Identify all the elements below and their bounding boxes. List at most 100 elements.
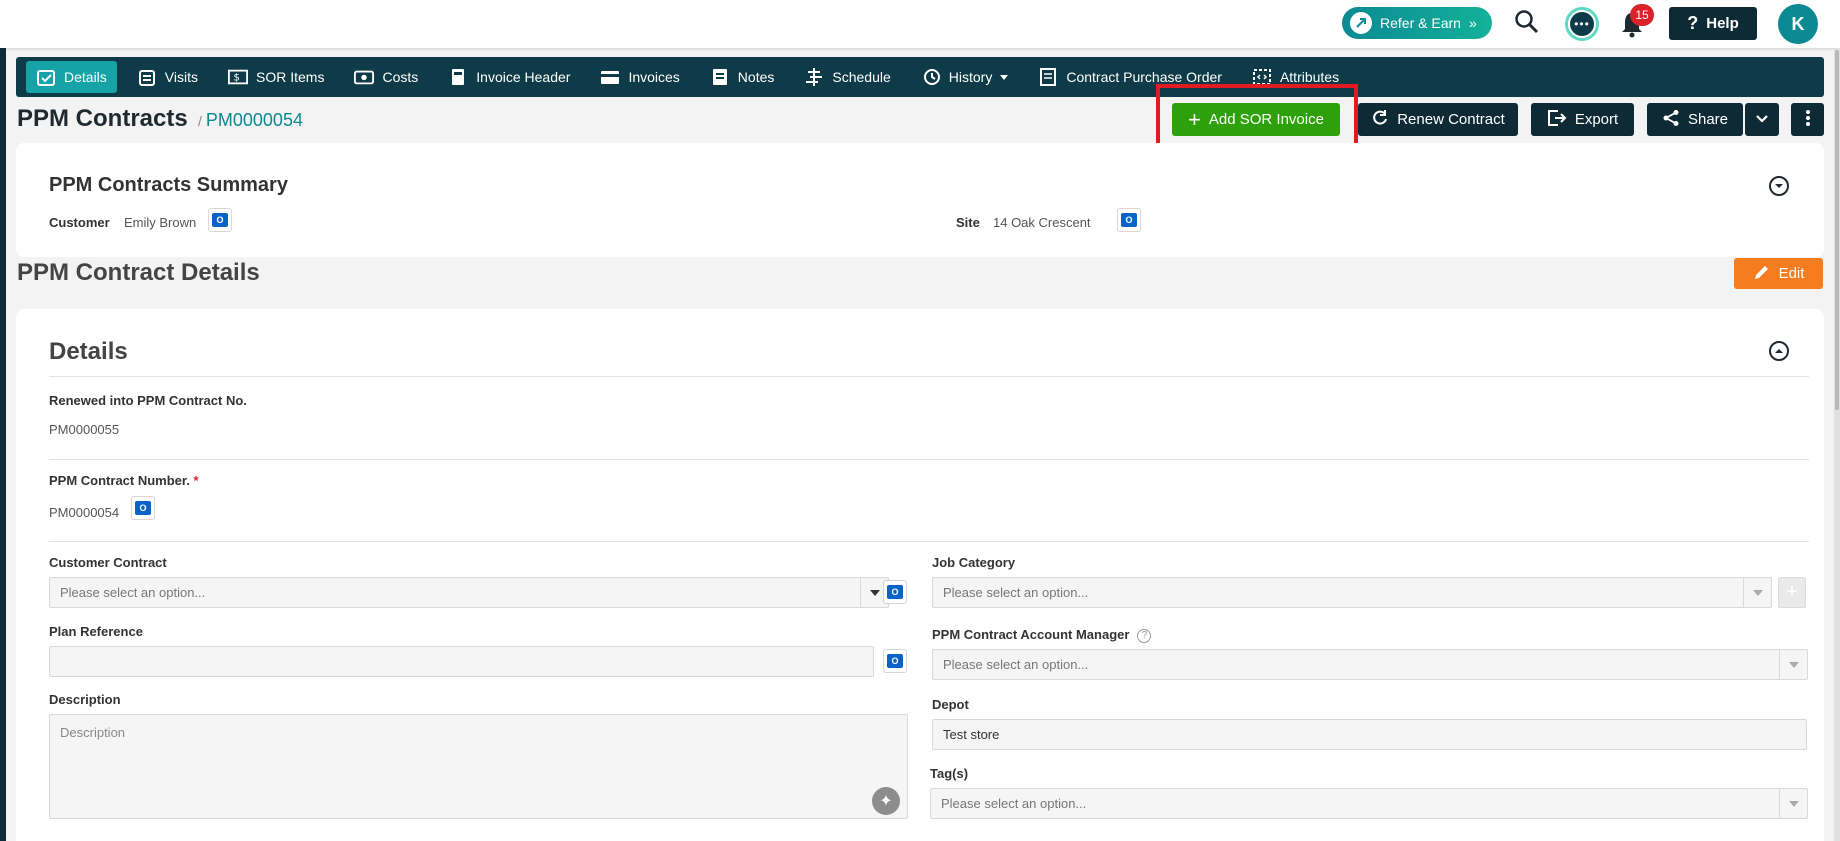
renew-contract-label: Renew Contract bbox=[1397, 111, 1505, 128]
purchase-order-icon bbox=[1038, 67, 1058, 87]
export-icon bbox=[1547, 109, 1567, 131]
renewed-into-value[interactable]: PM0000055 bbox=[49, 422, 119, 437]
highlight-box bbox=[1156, 84, 1358, 148]
share-button[interactable]: Share bbox=[1647, 103, 1743, 136]
section-title: PPM Contract Details bbox=[17, 259, 260, 286]
tab-sor-items[interactable]: $ SOR Items bbox=[218, 61, 334, 93]
invoice-header-icon bbox=[448, 67, 468, 87]
contract-number-label: PPM Contract Number. * bbox=[49, 473, 199, 488]
share-icon bbox=[1662, 109, 1680, 131]
tab-label: Invoice Header bbox=[476, 69, 571, 85]
tab-label: Attributes bbox=[1279, 69, 1340, 85]
chat-icon[interactable]: ••• bbox=[1565, 7, 1599, 41]
customer-label: Customer bbox=[49, 215, 110, 230]
tab-invoices[interactable]: Invoices bbox=[590, 61, 689, 93]
question-icon: ? bbox=[1687, 13, 1699, 33]
tab-label: SOR Items bbox=[256, 69, 325, 85]
more-menu-button[interactable] bbox=[1791, 103, 1824, 136]
tab-schedule[interactable]: Schedule bbox=[794, 61, 900, 93]
refresh-icon bbox=[1371, 109, 1389, 131]
breadcrumb[interactable]: / PM0000054 bbox=[198, 110, 303, 131]
tab-costs[interactable]: Costs bbox=[344, 61, 428, 93]
outlook-icon[interactable]: O bbox=[131, 496, 155, 520]
share-label: Share bbox=[1687, 111, 1729, 128]
divider bbox=[49, 541, 1809, 542]
help-label: Help bbox=[1706, 15, 1739, 32]
tab-label: Notes bbox=[737, 69, 775, 85]
scrollbar[interactable] bbox=[1834, 48, 1840, 841]
kebab-icon bbox=[1805, 109, 1811, 131]
ai-sparkle-icon[interactable]: ✦ bbox=[872, 787, 900, 815]
customer-value[interactable]: Emily Brown bbox=[124, 215, 196, 230]
export-button[interactable]: Export bbox=[1531, 103, 1634, 136]
help-button[interactable]: ? Help bbox=[1669, 7, 1757, 40]
divider bbox=[49, 376, 1809, 377]
edit-label: Edit bbox=[1778, 265, 1805, 282]
dropdown-arrow-icon bbox=[1779, 650, 1807, 679]
dropdown-arrow-icon bbox=[1779, 789, 1807, 818]
dropdown-arrow-icon bbox=[1743, 578, 1771, 607]
scrollbar-thumb[interactable] bbox=[1835, 50, 1839, 410]
help-tooltip-icon[interactable]: ? bbox=[1137, 628, 1152, 643]
top-header: Refer & Earn » ••• 15 ? Help K bbox=[0, 0, 1840, 48]
pencil-icon bbox=[1753, 263, 1771, 285]
tab-label: Schedule bbox=[832, 69, 891, 85]
site-value[interactable]: 14 Oak Crescent bbox=[993, 215, 1091, 230]
double-chevron-icon: » bbox=[1468, 15, 1477, 31]
export-label: Export bbox=[1574, 111, 1619, 128]
outlook-icon[interactable]: O bbox=[1117, 208, 1141, 232]
depot-input[interactable]: Test store bbox=[932, 719, 1807, 750]
edit-button[interactable]: Edit bbox=[1734, 258, 1823, 289]
tab-invoice-header[interactable]: Invoice Header bbox=[438, 61, 580, 93]
chevron-down-icon bbox=[1755, 111, 1769, 128]
customer-contract-select[interactable]: Please select an option... bbox=[49, 577, 889, 608]
avatar[interactable]: K bbox=[1778, 4, 1818, 44]
details-card: Details Renewed into PPM Contract No. PM… bbox=[16, 309, 1824, 841]
outlook-icon[interactable]: O bbox=[208, 208, 232, 232]
job-category-label: Job Category bbox=[932, 555, 1016, 570]
svg-text:$: $ bbox=[233, 73, 239, 84]
share-dropdown-button[interactable] bbox=[1745, 103, 1779, 136]
depot-label: Depot bbox=[932, 697, 969, 712]
left-rail bbox=[0, 48, 6, 841]
tab-visits[interactable]: Visits bbox=[127, 61, 208, 93]
renewed-into-label: Renewed into PPM Contract No. bbox=[49, 393, 247, 408]
tab-history[interactable]: History bbox=[911, 61, 1019, 93]
description-textarea[interactable]: Description bbox=[49, 714, 908, 819]
tags-select[interactable]: Please select an option... bbox=[930, 788, 1808, 819]
calendar-icon bbox=[137, 67, 157, 87]
collapse-chevron-icon[interactable] bbox=[1769, 176, 1789, 196]
tab-notes[interactable]: Notes bbox=[700, 61, 785, 93]
job-category-select[interactable]: Please select an option... bbox=[932, 577, 1772, 608]
tags-label: Tag(s) bbox=[930, 766, 969, 781]
caret-down-icon bbox=[1000, 74, 1009, 80]
tab-details[interactable]: Details bbox=[26, 61, 117, 93]
sor-items-icon: $ bbox=[228, 67, 248, 87]
plan-reference-label: Plan Reference bbox=[49, 624, 143, 639]
account-manager-select[interactable]: Please select an option... bbox=[932, 649, 1808, 680]
outlook-icon[interactable]: O bbox=[883, 580, 907, 604]
summary-card: PPM Contracts Summary Customer Emily Bro… bbox=[16, 143, 1824, 257]
notes-icon bbox=[710, 67, 730, 87]
record-id[interactable]: PM0000054 bbox=[206, 110, 303, 130]
refer-earn-label: Refer & Earn bbox=[1380, 15, 1461, 31]
page-title: PPM Contracts bbox=[17, 105, 188, 132]
tab-label: Contract Purchase Order bbox=[1066, 69, 1222, 85]
renew-contract-button[interactable]: Renew Contract bbox=[1358, 103, 1518, 136]
account-manager-label: PPM Contract Account Manager? bbox=[932, 627, 1152, 643]
add-job-category-button[interactable]: + bbox=[1778, 577, 1806, 608]
card-icon bbox=[600, 67, 620, 87]
outlook-icon[interactable]: O bbox=[883, 649, 907, 673]
notification-badge: 15 bbox=[1630, 4, 1654, 26]
contract-number-value: PM0000054 bbox=[49, 505, 120, 520]
search-icon[interactable] bbox=[1514, 9, 1540, 35]
tab-label: History bbox=[948, 69, 993, 85]
refer-earn-button[interactable]: Refer & Earn » bbox=[1342, 7, 1492, 39]
plan-reference-input[interactable] bbox=[49, 646, 874, 677]
site-label: Site bbox=[956, 215, 980, 230]
details-card-title: Details bbox=[49, 338, 128, 365]
divider bbox=[49, 459, 1809, 460]
customer-contract-label: Customer Contract bbox=[49, 555, 167, 570]
refer-icon bbox=[1350, 12, 1372, 34]
collapse-chevron-icon[interactable] bbox=[1769, 341, 1789, 361]
